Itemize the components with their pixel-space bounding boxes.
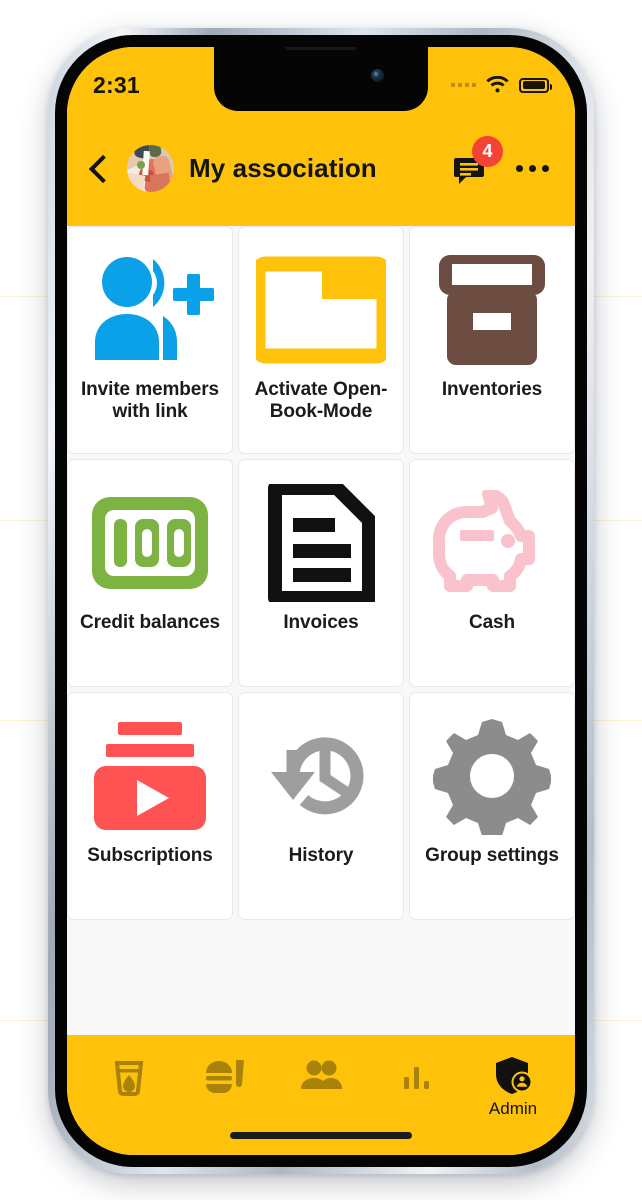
phone-screen: 2:31 My association 4 Invite members wit… — [67, 47, 575, 1155]
more-options-icon[interactable] — [516, 165, 549, 172]
shield-admin-icon — [496, 1057, 533, 1094]
action-grid: Invite members with link Activate Open-B… — [67, 226, 575, 920]
tile-label: Group settings — [425, 845, 559, 866]
app-header: My association 4 — [67, 111, 575, 226]
open-folder-icon — [256, 241, 386, 379]
phone-bezel: 2:31 My association 4 Invite members wit… — [55, 35, 587, 1167]
tile-invite-members[interactable]: Invite members with link — [67, 226, 233, 454]
history-clock-icon — [261, 707, 381, 845]
food-burger-icon — [206, 1060, 244, 1093]
tile-label: History — [288, 845, 354, 866]
tile-invoices[interactable]: Invoices — [238, 459, 404, 687]
document-icon — [267, 474, 375, 612]
tile-label: Activate Open-Book-Mode — [254, 379, 388, 423]
people-icon — [301, 1060, 342, 1089]
add-person-icon — [83, 241, 217, 379]
notch — [214, 47, 428, 111]
tile-subscriptions[interactable]: Subscriptions — [67, 692, 233, 920]
tile-credit-balances[interactable]: Credit balances — [67, 459, 233, 687]
tile-label: Inventories — [441, 379, 543, 400]
nav-label: Admin — [488, 1099, 538, 1118]
page-title: My association — [189, 153, 377, 183]
nav-item-food[interactable] — [182, 1055, 268, 1101]
archive-box-icon — [433, 241, 551, 379]
signal-dots-icon — [451, 83, 476, 87]
status-clock: 2:31 — [93, 71, 140, 98]
nav-item-drinks[interactable] — [86, 1055, 172, 1101]
front-camera — [371, 69, 384, 82]
tile-inventories[interactable]: Inventories — [409, 226, 575, 454]
bar-chart-icon — [404, 1067, 429, 1089]
chat-bubble-icon[interactable]: 4 — [454, 135, 503, 185]
earpiece-speaker — [285, 47, 357, 50]
main-content: Invite members with link Activate Open-B… — [67, 226, 575, 1035]
gear-icon — [433, 707, 551, 845]
drink-glass-icon — [114, 1061, 144, 1096]
tile-label: Invite members with link — [81, 379, 219, 423]
nav-item-members[interactable] — [278, 1055, 364, 1101]
avatar[interactable] — [127, 145, 174, 192]
tile-cash[interactable]: Cash — [409, 459, 575, 687]
tile-open-book-mode[interactable]: Activate Open-Book-Mode — [238, 226, 404, 454]
tile-history[interactable]: History — [238, 692, 404, 920]
screenshot-stage: 2:31 My association 4 Invite members wit… — [0, 0, 642, 1200]
subscription-play-icon — [90, 707, 210, 845]
app-header-actions: 4 — [454, 135, 549, 185]
tile-label: Credit balances — [80, 612, 220, 633]
tile-group-settings[interactable]: Group settings — [409, 692, 575, 920]
hundred-credits-icon — [88, 474, 212, 612]
nav-item-admin[interactable]: Admin — [470, 1055, 556, 1119]
piggy-bank-icon — [429, 474, 555, 612]
phone-frame: 2:31 My association 4 Invite members wit… — [48, 28, 594, 1174]
status-indicators — [451, 64, 552, 95]
tile-label: Invoices — [283, 612, 359, 633]
tile-label: Subscriptions — [87, 845, 213, 866]
battery-full-icon — [519, 77, 552, 93]
tile-label: Cash — [468, 612, 516, 633]
nav-item-stats[interactable] — [374, 1055, 460, 1101]
back-chevron-icon[interactable] — [88, 154, 118, 183]
home-indicator[interactable] — [230, 1132, 412, 1139]
wifi-icon — [486, 75, 509, 92]
chat-badge-count: 4 — [472, 135, 503, 167]
